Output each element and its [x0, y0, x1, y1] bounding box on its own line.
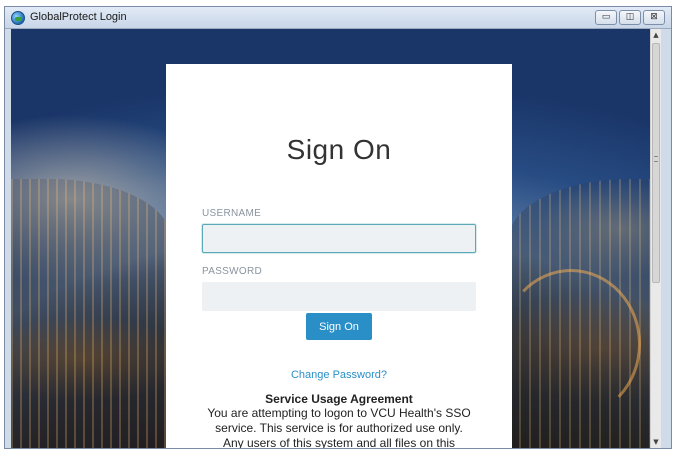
page-title: Sign On: [286, 134, 392, 165]
agreement-title: Service Usage Agreement: [265, 392, 413, 406]
username-label: USERNAME: [202, 208, 262, 219]
restore-icon[interactable]: ◫: [619, 10, 641, 25]
agreement-text: You are attempting to logon to VCU Healt…: [207, 406, 471, 448]
username-input[interactable]: [202, 224, 476, 253]
change-password-link[interactable]: Change Password?: [166, 369, 512, 381]
app-window: GlobalProtect Login ▭ ◫ ⊠ Sign On USERNA…: [4, 6, 672, 449]
close-icon[interactable]: ⊠: [643, 10, 665, 25]
title-bar[interactable]: GlobalProtect Login ▭ ◫ ⊠: [5, 7, 671, 29]
window-controls: ▭ ◫ ⊠: [595, 10, 665, 25]
password-label: PASSWORD: [202, 266, 262, 277]
scroll-down-icon[interactable]: ▼: [651, 436, 661, 448]
background-city-left: [11, 179, 171, 448]
password-input[interactable]: [202, 282, 476, 311]
login-card: Sign On USERNAME PASSWORD Sign On Change…: [166, 64, 512, 448]
globalprotect-app-icon: [11, 11, 25, 25]
grip-icon: [654, 156, 658, 162]
vertical-scrollbar[interactable]: ▲ ▼: [650, 29, 661, 448]
scroll-up-icon[interactable]: ▲: [651, 29, 661, 41]
login-page: Sign On USERNAME PASSWORD Sign On Change…: [11, 29, 661, 448]
sign-on-button[interactable]: Sign On: [306, 313, 372, 340]
window-title: GlobalProtect Login: [30, 11, 127, 23]
minimize-icon[interactable]: ▭: [595, 10, 617, 25]
background-road: [501, 269, 641, 419]
scrollbar-thumb[interactable]: [652, 43, 660, 283]
